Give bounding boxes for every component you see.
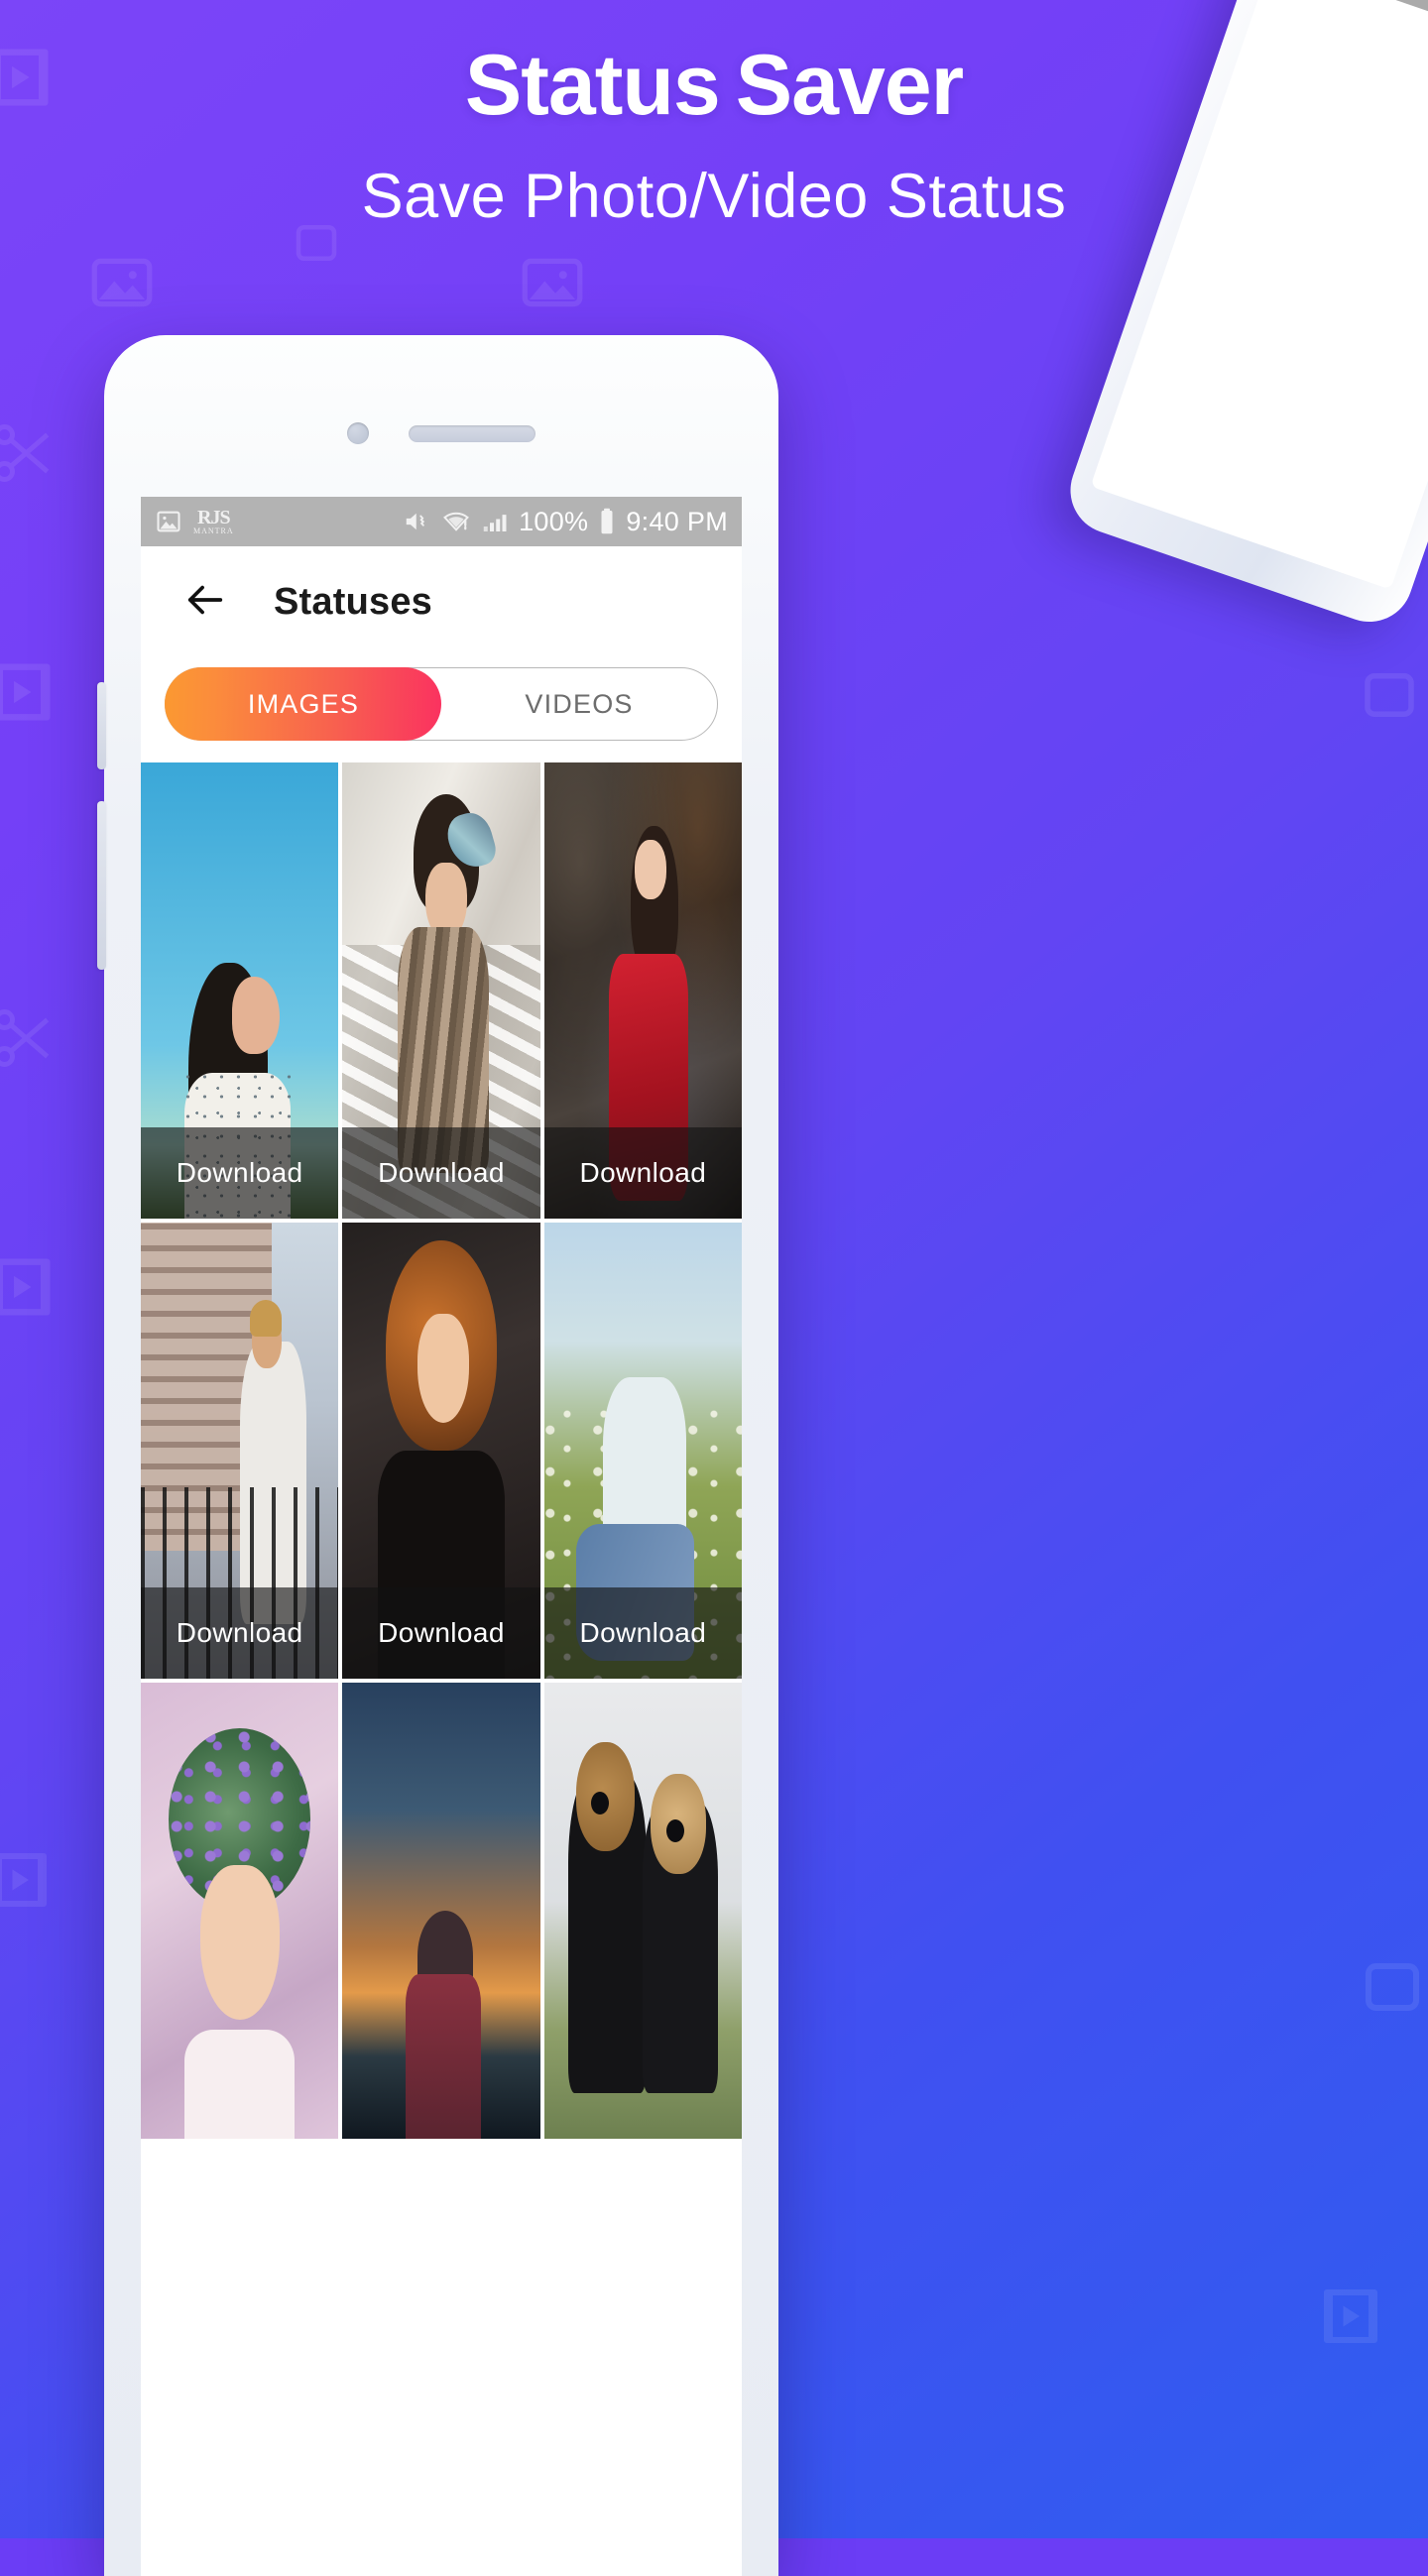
status-grid-item[interactable]: [141, 1683, 339, 2139]
status-grid-item[interactable]: Download: [141, 1223, 339, 1679]
tab-bar: IMAGES VIDEOS: [141, 657, 742, 762]
title-word-status: Status: [464, 38, 721, 133]
scissors-icon: [0, 1001, 60, 1075]
status-grid-item[interactable]: Download: [141, 762, 339, 1219]
square-icon: [1357, 1951, 1428, 2023]
status-grid-item[interactable]: Download: [543, 1223, 742, 1679]
download-button[interactable]: Download: [141, 1127, 339, 1219]
earpiece-speaker: [409, 424, 536, 442]
back-arrow-icon[interactable]: [182, 577, 228, 628]
status-bar: RJS MANTRA 100% 9:40 PM: [141, 497, 742, 546]
segmented-control: IMAGES VIDEOS: [164, 666, 718, 741]
wifi-alert-icon: [441, 507, 471, 536]
download-button[interactable]: Download: [543, 1587, 742, 1679]
phone-power-button: [97, 801, 106, 970]
scissors-icon: [0, 416, 60, 490]
status-thumbnail: [543, 1683, 742, 2139]
status-grid-item[interactable]: Download: [342, 762, 540, 1219]
status-logo-subtext: MANTRA: [193, 527, 234, 535]
download-label: Download: [378, 1617, 505, 1648]
status-grid-item[interactable]: Download: [543, 762, 742, 1219]
page-title: Statuses: [274, 580, 433, 623]
phone-mockup: RJS MANTRA 100% 9:40 PM Statuses IMAGES …: [97, 335, 778, 2576]
status-grid: Download Download Download Download Down…: [141, 762, 742, 2139]
image-icon: [155, 508, 182, 535]
page-subtitle: Save Photo/Video Status: [361, 161, 1067, 231]
status-grid-item[interactable]: Download: [342, 1223, 540, 1679]
battery-full-icon: [597, 507, 617, 536]
tab-images[interactable]: IMAGES: [166, 668, 441, 740]
play-icon: [0, 1844, 56, 1916]
app-logo-icon: RJS MANTRA: [193, 508, 234, 535]
battery-percent-label: 100%: [519, 506, 589, 536]
tab-videos[interactable]: VIDEOS: [441, 668, 717, 740]
phone-volume-button: [97, 682, 106, 769]
status-grid-item[interactable]: [342, 1683, 540, 2139]
status-grid-item[interactable]: [543, 1683, 742, 2139]
front-camera-icon: [347, 422, 369, 444]
download-button[interactable]: Download: [342, 1127, 540, 1219]
phone-top-hardware: [104, 422, 778, 444]
page-title: Status Saver: [0, 40, 1428, 132]
phone-body: RJS MANTRA 100% 9:40 PM Statuses IMAGES …: [104, 335, 778, 2576]
play-icon: [0, 1249, 60, 1325]
play-icon: [1315, 2281, 1386, 2352]
phone-screen: RJS MANTRA 100% 9:40 PM Statuses IMAGES …: [141, 497, 742, 2576]
status-thumbnail: [342, 1683, 540, 2139]
volume-mute-icon: [403, 507, 432, 536]
status-bar-right: 100% 9:40 PM: [403, 507, 728, 536]
download-label: Download: [579, 1157, 707, 1188]
status-thumbnail: [141, 1683, 339, 2139]
square-icon: [1357, 662, 1422, 728]
image-icon: [516, 246, 589, 319]
status-logo-text: RJS: [197, 507, 231, 528]
play-icon: [0, 654, 60, 730]
image-icon: [85, 246, 159, 319]
download-label: Download: [176, 1157, 303, 1188]
promo-headline: Status Saver Save Photo/Video Status: [0, 0, 1428, 233]
clock-label: 9:40 PM: [626, 506, 728, 536]
download-button[interactable]: Download: [141, 1587, 339, 1679]
app-bar: Statuses: [141, 546, 742, 657]
download-label: Download: [176, 1617, 303, 1648]
download-button[interactable]: Download: [342, 1587, 540, 1679]
signal-bars-icon: [480, 507, 510, 536]
download-label: Download: [378, 1157, 505, 1188]
download-button[interactable]: Download: [543, 1127, 742, 1219]
download-label: Download: [579, 1617, 707, 1648]
status-bar-left: RJS MANTRA: [155, 508, 234, 535]
title-word-saver: Saver: [735, 38, 964, 133]
